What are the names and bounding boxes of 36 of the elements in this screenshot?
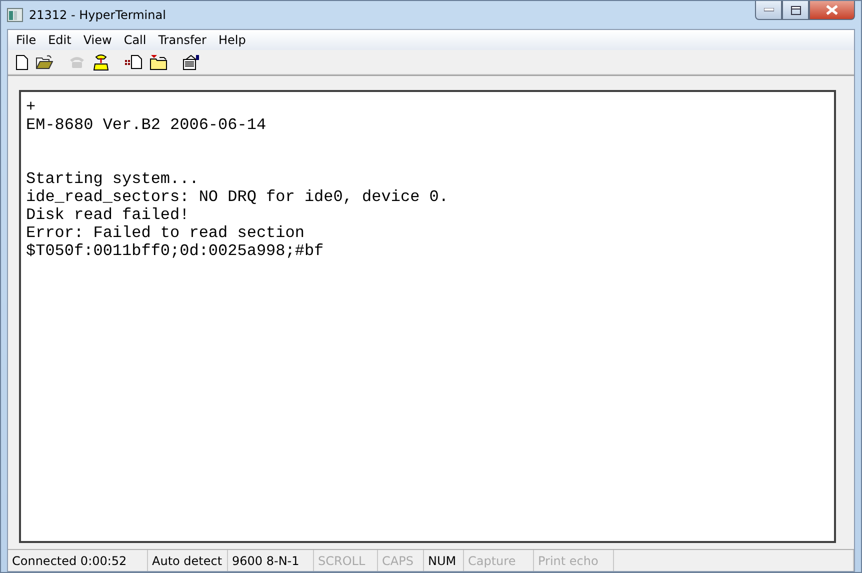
status-pane: SCROLL [314,550,378,571]
terminal-line: Starting system... [26,170,199,188]
folder-icon [36,55,53,69]
minimize-icon [764,8,774,12]
phone-disconnect-icon [93,54,109,70]
status-pane: Connected 0:00:52 [8,550,148,571]
window-title: 21312 - HyperTerminal [29,8,166,22]
status-pane: 9600 8-N-1 [228,550,314,571]
status-pane: NUM [424,550,464,571]
menu-item[interactable]: View [77,33,118,47]
terminal-line: EM-8680 Ver.B2 2006-06-14 [26,116,266,134]
receive-folder-icon [150,54,167,70]
terminal-line: Error: Failed to read section [26,224,304,242]
status-pane: CAPS [378,550,424,571]
terminal-line: Disk read failed! [26,206,190,224]
status-pane: Capture [464,550,534,571]
menu-item[interactable]: File [10,33,42,47]
properties-icon [183,54,200,70]
terminal-icon [7,8,23,22]
terminal-line: + [26,98,36,116]
send-document-icon [125,55,142,69]
menu-item[interactable]: Edit [42,33,78,47]
maximize-button[interactable] [782,1,809,20]
status-pane: Print echo [534,550,614,571]
new-document-icon [16,54,28,70]
maximize-icon [790,6,800,14]
menu-item[interactable]: Help [212,33,252,47]
close-icon [826,5,838,15]
terminal-line: ide_read_sectors: NO DRQ for ide0, device 0. [26,188,448,206]
phone-icon [69,55,85,69]
menu-item[interactable]: Call [118,33,152,47]
terminal-line: $T050f:0011bff0;0d:0025a998;#bf [26,242,324,260]
close-button[interactable] [809,1,855,20]
minimize-button[interactable] [755,1,782,20]
menu-item[interactable]: Transfer [152,33,212,47]
status-pane: Auto detect [148,550,228,571]
